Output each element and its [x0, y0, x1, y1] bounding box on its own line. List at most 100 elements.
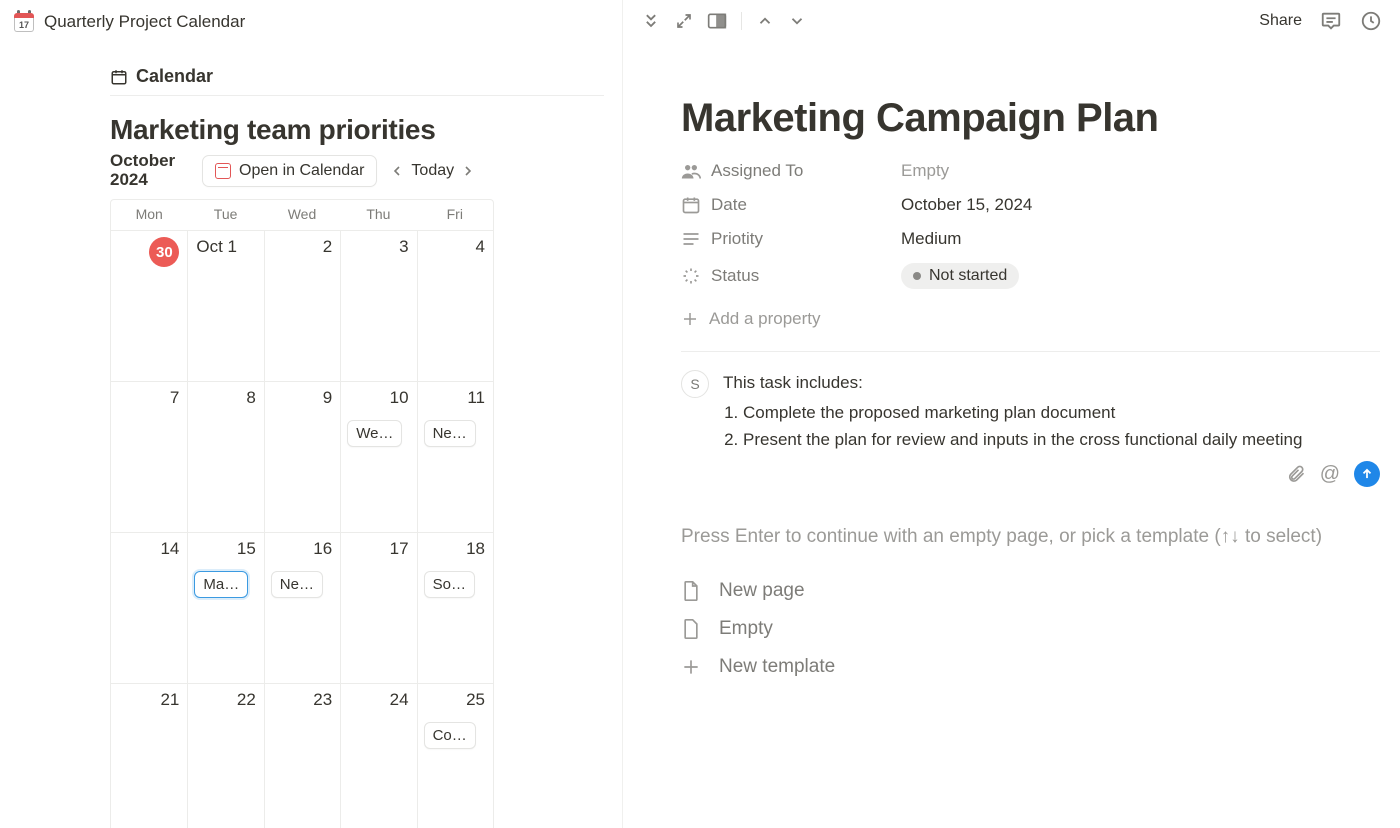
next-month-button[interactable] — [460, 163, 476, 179]
calendar-day[interactable]: 10We… — [340, 382, 416, 532]
day-number: Oct 1 — [196, 237, 237, 257]
status-badge[interactable]: Not started — [901, 263, 1019, 289]
prop-key-label: Assigned To — [711, 161, 803, 181]
prop-priority[interactable]: Priotity Medium — [681, 229, 1380, 249]
prop-value[interactable]: Empty — [901, 161, 949, 181]
calendar-day[interactable]: 11 Ne… — [417, 382, 493, 532]
breadcrumb[interactable]: 17 Quarterly Project Calendar — [0, 0, 622, 42]
plus-icon — [681, 310, 699, 328]
prop-value[interactable]: October 15, 2024 — [901, 195, 1032, 215]
prop-value[interactable]: Not started — [901, 263, 1019, 289]
today-button[interactable]: Today — [411, 162, 454, 180]
prop-assigned-to[interactable]: Assigned To Empty — [681, 161, 1380, 181]
calendar-day[interactable]: 23 — [264, 684, 340, 828]
calendar-event[interactable]: Co… — [424, 722, 476, 749]
calendar-icon — [110, 68, 128, 86]
dow-header: Wed — [264, 200, 340, 230]
empty-page-hint: Press Enter to continue with an empty pa… — [681, 523, 1380, 552]
day-number: 21 — [160, 690, 179, 710]
calendar-day[interactable]: 9 — [264, 382, 340, 532]
day-number: 30 — [149, 237, 179, 267]
dow-header: Thu — [340, 200, 416, 230]
add-property-button[interactable]: Add a property — [681, 309, 1380, 329]
day-number: 11 — [467, 388, 485, 408]
next-item-button[interactable] — [788, 12, 806, 30]
calendar-day[interactable]: 16Ne… — [264, 533, 340, 683]
calendar-day[interactable]: 30 — [111, 231, 187, 381]
template-label: Empty — [719, 618, 773, 640]
template-empty[interactable]: Empty — [681, 618, 1380, 640]
day-number: 9 — [323, 388, 332, 408]
template-new-page[interactable]: New page — [681, 580, 1380, 602]
status-spinner-icon — [681, 266, 701, 286]
calendar-day[interactable]: 17 — [340, 533, 416, 683]
people-icon — [681, 162, 701, 180]
template-list: New page Empty New template — [681, 580, 1380, 678]
calendar-event[interactable]: So… — [424, 571, 475, 598]
day-number: 18 — [466, 539, 485, 559]
day-number: 7 — [170, 388, 179, 408]
calendar-event[interactable]: Ne… — [271, 571, 323, 598]
calendar-pane: 17 Quarterly Project Calendar Calendar M… — [0, 0, 623, 828]
calendar-day[interactable]: 24 — [340, 684, 416, 828]
comment-lead: This task includes: — [723, 370, 1380, 396]
view-tab-calendar[interactable]: Calendar — [110, 42, 604, 96]
day-number: 8 — [246, 388, 255, 408]
text-lines-icon — [681, 231, 701, 247]
day-number: 17 — [390, 539, 409, 559]
prop-status[interactable]: Status Not started — [681, 263, 1380, 289]
calendar-event[interactable]: Ne… — [424, 420, 476, 447]
open-in-calendar-button[interactable]: Open in Calendar — [202, 155, 377, 187]
calendar-day[interactable]: Oct 1 — [187, 231, 263, 381]
page-blank-icon — [681, 618, 701, 640]
prev-month-button[interactable] — [389, 163, 405, 179]
calendar-day[interactable]: 21 — [111, 684, 187, 828]
dow-header: Tue — [187, 200, 263, 230]
calendar-day[interactable]: 4 — [417, 231, 493, 381]
section-title: Marketing team priorities — [110, 114, 604, 146]
template-label: New page — [719, 580, 805, 602]
comments-icon[interactable] — [1320, 10, 1342, 32]
calendar-app-icon — [215, 163, 231, 179]
add-property-label: Add a property — [709, 309, 821, 329]
month-label[interactable]: October 2024 — [110, 152, 190, 189]
prop-key-label: Priotity — [711, 229, 763, 249]
share-button[interactable]: Share — [1259, 12, 1302, 30]
calendar-day[interactable]: 15 Ma… — [187, 533, 263, 683]
template-new-template[interactable]: New template — [681, 656, 1380, 678]
day-number: 24 — [390, 690, 409, 710]
calendar-day[interactable]: 8 — [187, 382, 263, 532]
calendar-grid: MonTueWedThuFri 30Oct 123478910We…11Ne…1… — [110, 199, 494, 828]
comment-body[interactable]: This task includes: Complete the propose… — [723, 370, 1380, 453]
page-title[interactable]: Marketing Campaign Plan — [681, 96, 1380, 141]
comment[interactable]: S This task includes: Complete the propo… — [681, 370, 1380, 453]
calendar-day[interactable]: 7 — [111, 382, 187, 532]
calendar-small-icon — [681, 195, 701, 215]
day-number: 15 — [237, 539, 256, 559]
calendar-day[interactable]: 22 — [187, 684, 263, 828]
calendar-day[interactable]: 3 — [340, 231, 416, 381]
prop-key-label: Status — [711, 266, 759, 286]
open-in-calendar-label: Open in Calendar — [239, 162, 364, 180]
calendar-day[interactable]: 2 — [264, 231, 340, 381]
prev-item-button[interactable] — [756, 12, 774, 30]
detail-pane: Share Marketing Campaign Plan Assigned T… — [623, 0, 1400, 828]
send-button[interactable] — [1354, 461, 1380, 487]
peek-mode-icon[interactable] — [707, 12, 727, 30]
calendar-event[interactable]: Ma… — [194, 571, 248, 598]
prop-date[interactable]: Date October 15, 2024 — [681, 195, 1380, 215]
calendar-day[interactable]: 18 So… — [417, 533, 493, 683]
day-number: 3 — [399, 237, 408, 257]
collapse-icon[interactable] — [641, 11, 661, 31]
updates-icon[interactable] — [1360, 10, 1382, 32]
calendar-event[interactable]: We… — [347, 420, 402, 447]
calendar-day[interactable]: 25Co… — [417, 684, 493, 828]
comment-list-item: Complete the proposed marketing plan doc… — [743, 400, 1380, 426]
expand-icon[interactable] — [675, 12, 693, 30]
mention-icon[interactable]: @ — [1320, 463, 1340, 486]
calendar-day[interactable]: 14 — [111, 533, 187, 683]
day-number: 2 — [323, 237, 332, 257]
prop-value[interactable]: Medium — [901, 229, 961, 249]
attach-icon[interactable] — [1286, 464, 1306, 484]
page-icon — [681, 580, 701, 602]
